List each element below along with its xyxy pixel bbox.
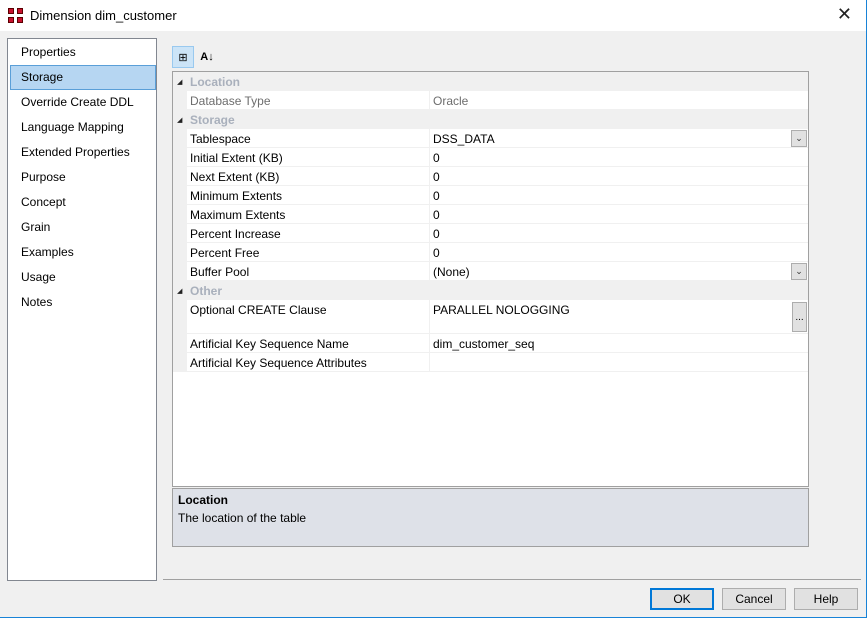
chevron-down-icon[interactable]: ⌄ xyxy=(791,130,807,147)
column-divider xyxy=(429,243,430,261)
column-divider xyxy=(429,300,430,333)
property-value[interactable]: dim_customer_seq xyxy=(433,337,534,351)
property-name: Minimum Extents xyxy=(190,189,283,203)
nav-item-language-mapping[interactable]: Language Mapping xyxy=(10,115,156,140)
column-divider xyxy=(429,129,430,147)
property-name: Buffer Pool xyxy=(190,265,250,279)
chevron-down-icon[interactable]: ⌄ xyxy=(791,263,807,280)
column-divider xyxy=(429,353,430,371)
category-storage[interactable]: ◢ Storage xyxy=(173,110,808,129)
divider xyxy=(163,579,861,580)
column-divider xyxy=(429,167,430,185)
collapse-triangle-icon[interactable]: ◢ xyxy=(177,78,182,86)
property-row-artificial-key-sequence-attributes[interactable]: Artificial Key Sequence Attributes xyxy=(173,353,808,372)
property-row-minimum-extents[interactable]: Minimum Extents 0 xyxy=(173,186,808,205)
nav-item-storage[interactable]: Storage xyxy=(10,65,156,90)
property-name: Initial Extent (KB) xyxy=(190,151,283,165)
section-list[interactable]: Properties Storage Override Create DDL Lang… xyxy=(7,38,157,581)
row-gutter xyxy=(173,224,187,242)
row-gutter xyxy=(173,243,187,261)
property-name: Database Type xyxy=(190,94,271,108)
nav-item-concept[interactable]: Concept xyxy=(10,190,156,215)
category-label: Storage xyxy=(190,113,235,127)
property-value[interactable]: DSS_DATA xyxy=(433,132,495,146)
description-title: Location xyxy=(178,493,228,507)
property-value[interactable]: 0 xyxy=(433,246,440,260)
property-value[interactable]: PARALLEL NOLOGGING xyxy=(433,303,570,317)
property-value[interactable]: 0 xyxy=(433,208,440,222)
help-button[interactable]: Help xyxy=(794,588,858,610)
property-value[interactable]: 0 xyxy=(433,227,440,241)
row-gutter xyxy=(173,300,187,333)
category-other[interactable]: ◢ Other xyxy=(173,281,808,300)
column-divider xyxy=(429,91,430,109)
row-gutter xyxy=(173,167,187,185)
nav-item-notes[interactable]: Notes xyxy=(10,290,156,315)
property-row-optional-create-clause[interactable]: Optional CREATE Clause PARALLEL NOLOGGING… xyxy=(173,300,808,334)
category-location[interactable]: ◢ Location xyxy=(173,72,808,91)
nav-item-grain[interactable]: Grain xyxy=(10,215,156,240)
property-row-artificial-key-sequence-name[interactable]: Artificial Key Sequence Name dim_customer… xyxy=(173,334,808,353)
dialog-window: Dimension dim_customer ✕ Properties Stora… xyxy=(0,0,867,618)
cancel-button[interactable]: Cancel xyxy=(722,588,786,610)
nav-item-usage[interactable]: Usage xyxy=(10,265,156,290)
row-gutter xyxy=(173,148,187,166)
nav-item-extended-properties[interactable]: Extended Properties xyxy=(10,140,156,165)
title-bar: Dimension dim_customer ✕ xyxy=(0,0,866,31)
property-value[interactable]: 0 xyxy=(433,170,440,184)
property-value[interactable]: 0 xyxy=(433,189,440,203)
categorized-view-icon[interactable]: ⊞ xyxy=(172,46,194,68)
nav-item-purpose[interactable]: Purpose xyxy=(10,165,156,190)
row-gutter xyxy=(173,205,187,223)
column-divider xyxy=(429,205,430,223)
property-row-next-extent-kb-[interactable]: Next Extent (KB) 0 xyxy=(173,167,808,186)
property-row-percent-free[interactable]: Percent Free 0 xyxy=(173,243,808,262)
column-divider xyxy=(429,334,430,352)
window-title: Dimension dim_customer xyxy=(30,8,177,23)
property-name: Percent Increase xyxy=(190,227,281,241)
property-name: Artificial Key Sequence Name xyxy=(190,337,349,351)
property-name: Tablespace xyxy=(190,132,251,146)
row-gutter xyxy=(173,262,187,280)
column-divider xyxy=(429,262,430,280)
row-gutter xyxy=(173,186,187,204)
property-value[interactable]: (None) xyxy=(433,265,470,279)
column-divider xyxy=(429,186,430,204)
description-text: The location of the table xyxy=(178,511,307,525)
property-name: Optional CREATE Clause xyxy=(190,303,327,317)
collapse-triangle-icon[interactable]: ◢ xyxy=(177,287,182,295)
description-panel: Location The location of the table xyxy=(172,488,809,547)
collapse-triangle-icon[interactable]: ◢ xyxy=(177,116,182,124)
property-name: Next Extent (KB) xyxy=(190,170,280,184)
row-gutter xyxy=(173,353,187,371)
row-gutter xyxy=(173,129,187,147)
property-row-tablespace[interactable]: Tablespace DSS_DATA ⌄ xyxy=(173,129,808,148)
property-row-percent-increase[interactable]: Percent Increase 0 xyxy=(173,224,808,243)
property-name: Percent Free xyxy=(190,246,260,260)
nav-item-examples[interactable]: Examples xyxy=(10,240,156,265)
nav-item-properties[interactable]: Properties xyxy=(10,40,156,65)
alphabetical-sort-icon[interactable]: A↓ xyxy=(196,46,218,68)
row-gutter xyxy=(173,91,187,109)
property-row-buffer-pool[interactable]: Buffer Pool (None) ⌄ xyxy=(173,262,808,281)
nav-item-override-create-ddl[interactable]: Override Create DDL xyxy=(10,90,156,115)
property-name: Maximum Extents xyxy=(190,208,286,222)
close-icon[interactable]: ✕ xyxy=(837,4,852,25)
ellipsis-button[interactable]: ... xyxy=(792,302,807,332)
property-value[interactable]: 0 xyxy=(433,151,440,165)
column-divider xyxy=(429,224,430,242)
property-value[interactable]: Oracle xyxy=(433,94,468,108)
property-grid[interactable]: ◢ Location Database Type Oracle ◢ Storage Tabl… xyxy=(172,71,809,487)
column-divider xyxy=(429,148,430,166)
app-icon xyxy=(8,8,24,24)
row-gutter xyxy=(173,334,187,352)
property-name: Artificial Key Sequence Attributes xyxy=(190,356,367,370)
property-row-initial-extent-kb-[interactable]: Initial Extent (KB) 0 xyxy=(173,148,808,167)
ok-button[interactable]: OK xyxy=(650,588,714,610)
property-row-maximum-extents[interactable]: Maximum Extents 0 xyxy=(173,205,808,224)
category-label: Location xyxy=(190,75,240,89)
category-label: Other xyxy=(190,284,223,298)
property-row-database-type[interactable]: Database Type Oracle xyxy=(173,91,808,110)
